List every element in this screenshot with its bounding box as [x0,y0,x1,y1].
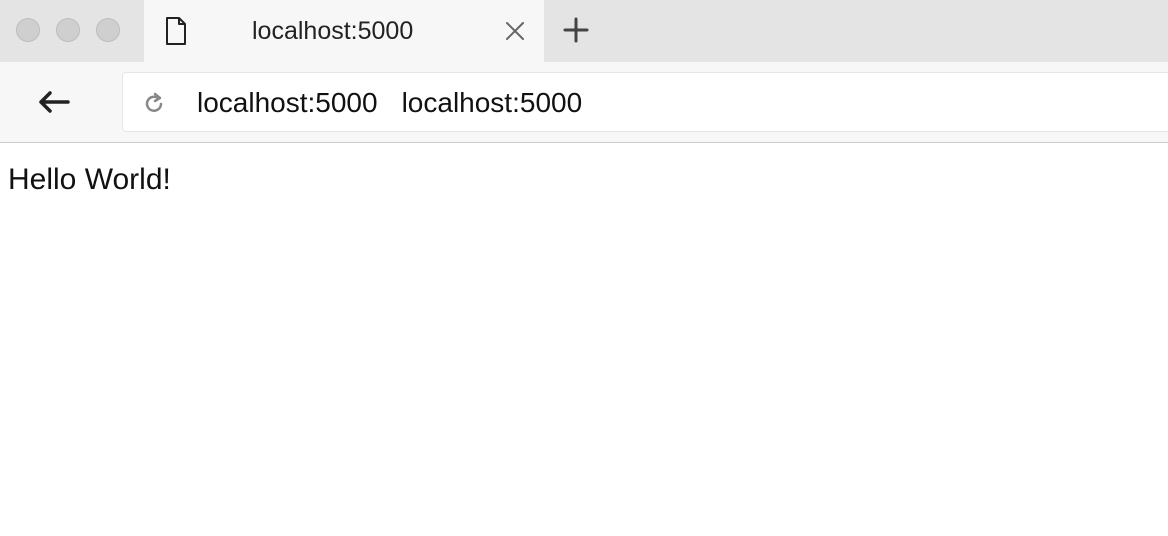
toolbar: localhost:5000 localhost:5000 [0,62,1168,143]
plus-icon[interactable] [562,16,590,44]
address-bar[interactable]: localhost:5000 localhost:5000 [122,72,1168,132]
page-body-text: Hello World! [8,163,171,196]
window-maximize-button[interactable] [96,18,120,42]
url-text[interactable]: localhost:5000 localhost:5000 [197,87,582,119]
window-close-button[interactable] [16,18,40,42]
tab-title: localhost:5000 [252,17,414,45]
url-host: localhost:5000 [197,87,378,118]
tab-bar: localhost:5000 [0,0,1168,62]
window-minimize-button[interactable] [56,18,80,42]
url-page-title: localhost:5000 [401,87,583,118]
tab-active[interactable]: localhost:5000 [144,0,544,62]
page-icon [166,17,186,45]
reload-icon[interactable] [141,91,167,117]
close-icon[interactable] [504,20,526,42]
arrow-left-icon[interactable] [36,90,72,114]
